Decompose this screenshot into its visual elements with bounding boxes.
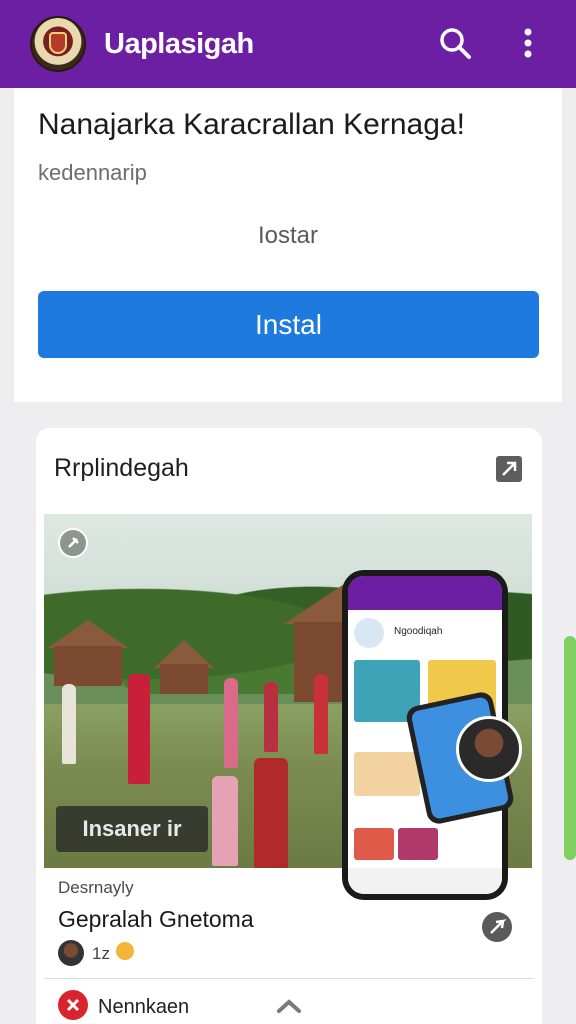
photo-hut — [160, 664, 208, 694]
phone-profile-name: Ngoodiqah — [394, 626, 443, 637]
footer-badge-icon[interactable] — [58, 990, 88, 1020]
install-button[interactable]: Instal — [38, 291, 539, 358]
phone-profile-avatar — [354, 618, 384, 648]
photo-person — [264, 682, 278, 752]
search-icon[interactable] — [436, 24, 476, 64]
install-card-title: Nanajarka Karacrallan Kernaga! — [38, 108, 465, 141]
app-bar: Uaplasigah — [0, 0, 576, 88]
feed-card: Rrplindegah Insaner ir Ngoodiqah Desrnay… — [36, 428, 542, 1024]
footer-label[interactable]: Nennkaen — [98, 996, 189, 1019]
send-icon[interactable] — [482, 912, 512, 942]
photo-hut-roof — [48, 620, 128, 648]
scroll-indicator[interactable] — [564, 636, 576, 860]
photo-label[interactable]: Insaner ir — [56, 806, 208, 852]
photo-child — [212, 776, 238, 866]
card-divider — [44, 978, 534, 979]
feed-section-title: Rrplindegah — [54, 454, 189, 482]
chevron-up-icon[interactable] — [274, 994, 304, 1018]
crest-logo[interactable] — [30, 16, 86, 72]
phone-bottom-nav — [348, 868, 502, 894]
install-card-subtitle: kedennarip — [38, 160, 147, 185]
photo-person — [62, 684, 76, 764]
phone-tile — [354, 828, 394, 860]
phone-app-bar — [348, 576, 502, 610]
photo-person — [224, 678, 238, 768]
install-card-mid-label: Iostar — [257, 222, 319, 249]
app-title: Uaplasigah — [104, 28, 254, 60]
photo-child — [254, 758, 288, 868]
reaction-count: 1z — [92, 944, 110, 963]
photo-hut — [54, 646, 122, 686]
phone-tile — [398, 828, 438, 860]
reaction-emoji-icon[interactable] — [116, 942, 134, 960]
author-avatar[interactable] — [58, 940, 84, 966]
post-title[interactable]: Gepralah Gnetoma — [58, 906, 254, 933]
crest-shield — [49, 32, 67, 54]
share-icon[interactable] — [496, 456, 522, 482]
phone-tile — [354, 752, 420, 796]
photo-person — [128, 674, 150, 784]
post-kind: Desrnayly — [58, 878, 134, 897]
photo-person — [314, 674, 328, 754]
profile-avatar-overlay[interactable] — [456, 716, 522, 782]
pin-icon[interactable] — [58, 528, 88, 558]
more-vert-icon[interactable] — [512, 24, 544, 64]
install-card: Nanajarka Karacrallan Kernaga! kedennari… — [14, 88, 562, 402]
